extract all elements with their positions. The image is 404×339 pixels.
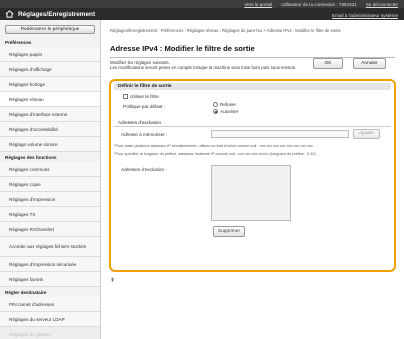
sidebar-item-management[interactable]: Réglages de gestion [0, 327, 100, 339]
sidebar-group-preferences: Préférences [5, 40, 32, 45]
sidebar-item-paper[interactable]: Réglages papier [0, 47, 100, 62]
allow-radio[interactable] [213, 109, 218, 114]
sidebar-item-print[interactable]: Réglages d'impression [0, 192, 100, 207]
mail-admin-link[interactable]: Email à l'administrateur système [332, 13, 398, 18]
app-title: Réglages/Enregistrement [18, 10, 96, 18]
main-content: Réglages/Enregistrement : Préférences : … [107, 20, 399, 339]
logout-link[interactable]: Se déconnecter [366, 2, 398, 7]
sidebar-item-accessibility[interactable]: Réglages d'accessibilité [0, 122, 100, 137]
home-icon [5, 10, 14, 18]
user-info: Utilisateur de la connexion : 7654321 [281, 1, 357, 7]
app-brand[interactable]: Réglages/Enregistrement [5, 10, 95, 18]
use-filter-checkbox[interactable] [123, 94, 128, 99]
sidebar-item-volume[interactable]: Réglage volume sonore [0, 137, 100, 152]
use-filter-label: Utiliser le filtre [130, 94, 159, 99]
sidebar-item-tx[interactable]: Réglages TX [0, 207, 100, 222]
sidebar-item-external-interface[interactable]: Réglages d'interface externe [0, 107, 100, 122]
default-policy-label: Politique par défaut : [123, 104, 166, 109]
sidebar-item-copy[interactable]: Réglages copie [0, 177, 100, 192]
cancel-button[interactable]: Annuler [353, 58, 386, 69]
exceptions-heading: Adresses d'exclusion [114, 120, 391, 127]
exclusions-label: Adresses d'exclusion : [121, 167, 167, 172]
deny-label: Refuser [220, 102, 237, 107]
top-strip: Vers le portail Utilisateur de la connex… [0, 0, 404, 8]
restart-device-button[interactable]: Redémarrer le périphérique [5, 25, 95, 34]
add-button[interactable]: Ajouter [353, 129, 380, 139]
output-filter-panel: Définir le filtre de sortie Utiliser le … [109, 79, 396, 272]
breadcrumb: Réglages/Enregistrement : Préférences : … [110, 28, 341, 33]
exclusions-list[interactable] [211, 165, 291, 221]
filter-section-heading: Définir le filtre de sortie [114, 83, 391, 90]
policy-option-deny[interactable]: Refuser [213, 102, 236, 107]
double-up-arrow-icon[interactable]: ⇞ [110, 277, 115, 284]
sidebar-item-stored-files[interactable]: Accéder aux réglages fichiers stockés [0, 237, 100, 257]
ok-button[interactable]: OK [313, 58, 343, 69]
address-input[interactable] [211, 130, 349, 138]
deny-radio[interactable] [213, 102, 218, 107]
sidebar-item-secure-print[interactable]: Réglages d'impression sécurisée [0, 257, 100, 272]
page-description: Modifiez les réglages suivants. Les modi… [110, 60, 310, 70]
sidebar-item-rx-forward[interactable]: Réglages RX/transfert [0, 222, 100, 237]
range-hint: *Pour saisir plusieurs adresses IP simul… [114, 144, 313, 148]
sidebar-item-display[interactable]: Réglages d'affichage [0, 62, 100, 77]
portal-link[interactable]: Vers le portail [244, 2, 272, 7]
sidebar-item-favorites[interactable]: Réglages favoris [0, 272, 100, 287]
sidebar-item-ldap[interactable]: Réglages du serveur LDAP [0, 312, 100, 327]
delete-button[interactable]: Supprimer [213, 226, 245, 237]
sidebar-item-address-book-pin[interactable]: PIN carnet d'adresses [0, 297, 100, 312]
sidebar-item-network[interactable]: Réglages réseau [0, 92, 100, 107]
sidebar-group-destination: Régler destinataire [5, 290, 47, 295]
top-bar: Vers le portail Utilisateur de la connex… [0, 0, 404, 20]
sidebar: Redémarrer le périphérique Préférences R… [0, 20, 101, 339]
use-filter-row[interactable]: Utiliser le filtre [123, 94, 159, 99]
page-title: Adresse IPv4 : Modifier le filtre de sor… [110, 44, 395, 58]
sidebar-item-common[interactable]: Réglages communs [0, 162, 100, 177]
description-line-2: Les modifications seront prises en compt… [110, 65, 297, 71]
prefix-hint: *Pour spécifier la longueur du préfixe, … [114, 152, 316, 156]
policy-option-allow[interactable]: Autoriser [213, 109, 238, 114]
allow-label: Autoriser [220, 109, 239, 114]
sidebar-item-clock[interactable]: Réglages horloge [0, 77, 100, 92]
sidebar-group-functions: Réglages des fonctions [5, 155, 57, 160]
address-label: Adresse à mémoriser : [121, 132, 168, 137]
